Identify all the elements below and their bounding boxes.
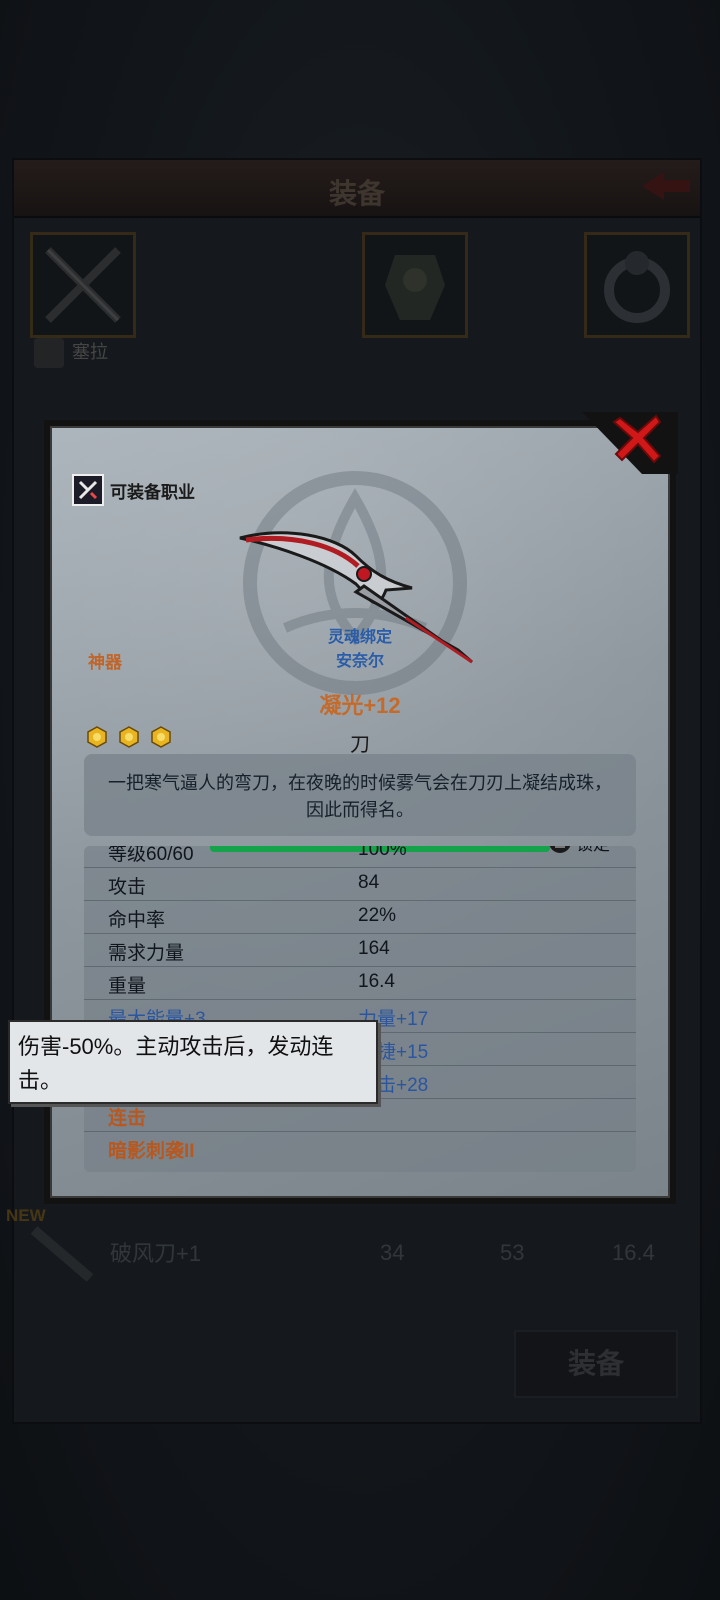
stat-key: 重量 bbox=[108, 976, 147, 997]
stat-row: 命中率 22% bbox=[84, 900, 636, 934]
equippable-class-label: 可装备职业 bbox=[110, 482, 195, 502]
stat-value: 22% bbox=[358, 905, 397, 926]
equippable-class-row[interactable]: 可装备职业 bbox=[72, 474, 195, 506]
level-percent: 100% bbox=[358, 846, 407, 860]
skill-name[interactable]: 暗影刺袭II bbox=[108, 1136, 195, 1163]
stat-row: 攻击 84 bbox=[84, 867, 636, 901]
stat-key: 命中率 bbox=[108, 910, 166, 931]
lock-label: 锁定 bbox=[576, 846, 610, 855]
bound-owner: 安奈尔 bbox=[335, 653, 384, 670]
close-icon[interactable] bbox=[610, 410, 666, 466]
item-description: 一把寒气逼人的弯刀，在夜晚的时候雾气会在刀刃上凝结成珠，因此而得名。 bbox=[108, 773, 612, 820]
skill-name[interactable]: 连击 bbox=[108, 1103, 146, 1130]
stat-value: 84 bbox=[358, 872, 380, 893]
tooltip-text: 伤害-50%。主动攻击后，发动连击。 bbox=[18, 1034, 334, 1093]
skill-row[interactable]: 暗影刺袭II bbox=[84, 1131, 636, 1164]
skill-tooltip: 伤害-50%。主动攻击后，发动连击。 bbox=[8, 1020, 378, 1104]
level-label: 等级60/60 bbox=[108, 846, 194, 865]
soulbound-info: 灵魂绑定 安奈尔 bbox=[50, 626, 670, 674]
stat-value: 16.4 bbox=[358, 971, 395, 992]
class-icon bbox=[72, 474, 104, 506]
stat-key: 需求力量 bbox=[108, 943, 185, 964]
item-name: 凝光+12 bbox=[319, 693, 401, 718]
stat-key: 攻击 bbox=[108, 877, 147, 898]
item-type: 刀 bbox=[350, 734, 370, 756]
stat-value: 164 bbox=[358, 938, 390, 959]
stat-row: 重量 16.4 bbox=[84, 966, 636, 1000]
level-row: 等级60/60 100% 锁定 bbox=[84, 846, 636, 868]
lock-icon[interactable] bbox=[548, 846, 572, 854]
bound-status: 灵魂绑定 bbox=[327, 629, 392, 646]
stat-row: 需求力量 164 bbox=[84, 933, 636, 967]
stats-table[interactable]: 等级60/60 100% 锁定 攻击 84 命中率 22% 需求力量 164 重… bbox=[84, 846, 636, 1172]
description-box: 一把寒气逼人的弯刀，在夜晚的时候雾气会在刀刃上凝结成珠，因此而得名。 bbox=[84, 754, 636, 836]
